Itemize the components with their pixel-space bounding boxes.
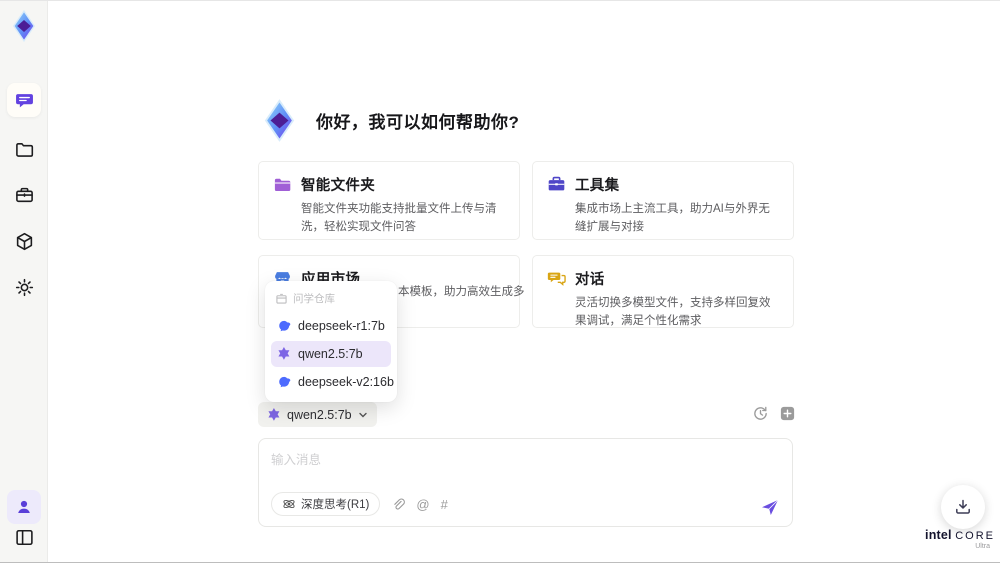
card-dialog[interactable]: 对话 灵活切换多模型文件，支持多样回复效果调试，满足个性化需求 [532, 255, 794, 328]
briefcase-icon [15, 187, 33, 202]
app-logo-icon [12, 9, 36, 43]
model-option-label: deepseek-r1:7b [298, 319, 385, 333]
chevron-down-icon [358, 412, 367, 417]
deepseek-icon [279, 376, 291, 388]
assistant-logo-icon [264, 99, 295, 142]
sidebar-item-folders[interactable] [7, 132, 41, 166]
sidebar [0, 1, 48, 562]
model-option-label: qwen2.5:7b [298, 347, 363, 361]
toolset-icon [548, 176, 565, 191]
cube-icon [16, 232, 32, 250]
card-title: 工具集 [575, 178, 620, 194]
sidebar-item-panel[interactable] [7, 520, 41, 554]
model-dropdown-group: 问学仓库 [271, 288, 391, 311]
card-description: 集成市场上主流工具，助力AI与外界无缝扩展与对接 [575, 203, 770, 233]
message-input[interactable] [259, 439, 792, 483]
card-description-fragment: 本模板，助力高效生成多 [398, 286, 525, 298]
history-icon[interactable] [752, 405, 769, 422]
mention-button[interactable]: @ [416, 497, 429, 512]
new-chat-icon[interactable] [779, 405, 796, 422]
sidebar-item-toolbox[interactable] [7, 178, 41, 212]
model-option-label: deepseek-v2:16b [298, 375, 394, 389]
model-option-qwen[interactable]: qwen2.5:7b [271, 341, 391, 367]
qwen-icon [268, 407, 280, 421]
ultra-logo-text: Ultra [975, 543, 990, 550]
sidebar-item-chat[interactable] [7, 83, 41, 117]
card-title: 智能文件夹 [301, 178, 375, 194]
paperclip-icon [394, 497, 406, 510]
composer-toolbar: 深度思考(R1) @ # [271, 492, 448, 516]
prompt-tag-button[interactable]: # [441, 497, 448, 512]
model-selector-button[interactable]: qwen2.5:7b [258, 402, 377, 427]
folder-icon [15, 142, 33, 157]
model-option-deepseek-v2[interactable]: deepseek-v2:16b [271, 369, 394, 395]
download-fab-button[interactable] [941, 485, 985, 529]
deep-think-label: 深度思考(R1) [301, 499, 370, 511]
atom-icon [283, 499, 295, 509]
dialog-icon [547, 272, 566, 286]
core-logo-text: CORE [955, 530, 995, 542]
deep-think-toggle[interactable]: 深度思考(R1) [271, 492, 381, 516]
greeting: 你好，我可以如何帮助你? [257, 98, 519, 143]
greeting-title: 你好，我可以如何帮助你? [316, 113, 520, 132]
smart-folder-icon [274, 178, 291, 192]
sidebar-item-settings[interactable] [7, 270, 41, 304]
model-selector-value: qwen2.5:7b [287, 407, 352, 422]
sidebar-item-apps[interactable] [7, 224, 41, 258]
model-option-deepseek-r1[interactable]: deepseek-r1:7b [271, 313, 391, 339]
repo-icon [276, 293, 287, 304]
sidebar-item-account[interactable] [7, 490, 41, 524]
intel-core-badge: intel CORE Ultra [922, 528, 998, 550]
card-toolset[interactable]: 工具集 集成市场上主流工具，助力AI与外界无缝扩展与对接 [532, 161, 794, 240]
send-icon[interactable] [760, 497, 780, 517]
layout-panel-icon [15, 529, 33, 545]
card-smart-folder[interactable]: 智能文件夹 智能文件夹功能支持批量文件上传与清洗，轻松实现文件问答 [258, 161, 520, 240]
deepseek-icon [279, 320, 291, 332]
card-description: 灵活切换多模型文件，支持多样回复效果调试，满足个性化需求 [575, 297, 771, 327]
card-description: 智能文件夹功能支持批量文件上传与清洗，轻松实现文件问答 [301, 203, 497, 233]
app-window: 你好，我可以如何帮助你? 智能文件夹 智能文件夹功能支持批量文件上传与清洗，轻松… [0, 0, 1000, 563]
chat-icon [15, 93, 33, 107]
attach-file-button[interactable] [391, 497, 406, 512]
message-composer: 深度思考(R1) @ # [258, 438, 793, 527]
download-icon [956, 499, 970, 514]
model-dropdown: 问学仓库 deepseek-r1:7b qwen2.5:7b deepseek-… [265, 281, 397, 402]
intel-logo-text: intel [925, 528, 952, 542]
model-group-label: 问学仓库 [293, 293, 335, 305]
qwen-icon [278, 347, 290, 360]
user-icon [18, 500, 30, 513]
composer-actions [752, 405, 796, 422]
gear-icon [15, 278, 33, 296]
card-title: 对话 [575, 272, 605, 288]
